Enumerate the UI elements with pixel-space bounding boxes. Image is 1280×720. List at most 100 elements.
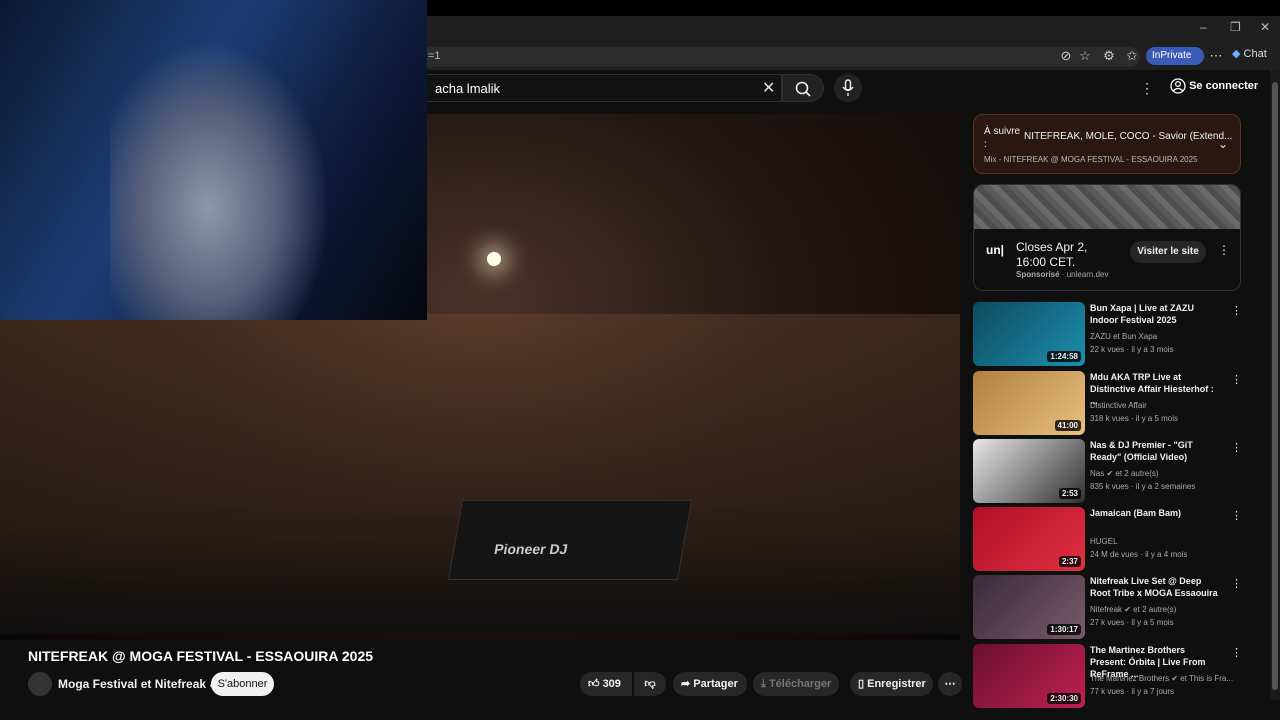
recommendation-channel[interactable]: Nitefreak ✔ et 2 autre(s) <box>1090 605 1176 614</box>
inprivate-badge[interactable]: InPrivate <box>1146 47 1204 65</box>
webcam-overlay <box>0 0 427 320</box>
recommendation-title[interactable]: Nitefreak Live Set @ Deep Root Tribe x M… <box>1090 575 1222 599</box>
channel-name[interactable]: Moga Festival et Nitefreak✔ <box>58 677 217 691</box>
recommendation-meta: 835 k vues · il y a 2 semaines <box>1090 482 1196 491</box>
ad-text: Closes Apr 2, 16:00 CET. <box>1016 240 1088 269</box>
recommendation-item[interactable]: 2:30:30 The Martinez Brothers Present: Ór… <box>973 644 1242 708</box>
recommendation-channel[interactable]: HUGEL <box>1090 537 1118 546</box>
visit-site-button[interactable]: Visiter le site <box>1130 241 1206 263</box>
up-next-panel[interactable]: À suivre : NITEFREAK, MOLE, COCO - Savio… <box>973 114 1241 174</box>
recommendation-channel[interactable]: Distinctive Affair <box>1090 401 1147 410</box>
recommendation-channel[interactable]: The Martinez Brothers ✔ et This is Fra..… <box>1090 674 1233 683</box>
recommendation-channel-name: Nas <box>1090 469 1105 478</box>
verified-icon: ✔ <box>1122 605 1134 614</box>
share-button[interactable]: ➦ Partager <box>673 672 747 696</box>
recommendation-item[interactable]: 41:00 Mdu AKA TRP Live at Distinctive Aff… <box>973 371 1242 435</box>
chat-label: Chat <box>1243 48 1267 60</box>
like-button[interactable]: 👍︎ 309 <box>580 672 632 696</box>
recommendation-menu-icon[interactable]: ⋮ <box>1231 509 1242 522</box>
channel-avatar[interactable] <box>28 672 52 696</box>
ad-banner-image <box>974 185 1240 229</box>
ad-sponsored-line: Sponsorisé · unlearn.dev <box>1016 270 1109 279</box>
recommendation-thumbnail[interactable]: 1:24:58 <box>973 302 1085 366</box>
recommendation-menu-icon[interactable]: ⋮ <box>1231 441 1242 454</box>
url-text: =1 <box>428 50 441 62</box>
recommendation-meta: 24 M de vues · il y a 4 mois <box>1090 550 1188 559</box>
recommendation-thumbnail[interactable]: 2:30:30 <box>973 644 1085 708</box>
maximize-icon[interactable]: ❐ <box>1230 20 1241 34</box>
sign-in-button[interactable]: Se connecter <box>1170 78 1258 100</box>
verified-icon: ✔ <box>1169 674 1181 683</box>
recommendation-item[interactable]: 2:53 Nas & DJ Premier - "GiT Ready" (Offi… <box>973 439 1242 503</box>
up-next-title: NITEFREAK, MOLE, COCO - Savior (Extend..… <box>1024 131 1233 142</box>
recommendation-meta: 77 k vues · il y a 7 jours <box>1090 687 1175 696</box>
microphone-icon <box>842 79 854 96</box>
favorite-star-icon[interactable]: ☆ <box>1077 48 1093 64</box>
save-label: Enregistrer <box>867 678 926 690</box>
recommendation-meta: 318 k vues · il y a 5 mois <box>1090 414 1179 423</box>
ad-menu-icon[interactable]: ⋮ <box>1218 243 1230 257</box>
recommendation-menu-icon[interactable]: ⋮ <box>1231 304 1242 317</box>
settings-menu-icon[interactable]: ⋮ <box>1140 80 1154 97</box>
recommendation-thumbnail[interactable]: 2:53 <box>973 439 1085 503</box>
recommendation-title[interactable]: Jamaican (Bam Bam) <box>1090 507 1222 519</box>
search-icon <box>795 81 811 97</box>
video-duration: 2:53 <box>1058 488 1081 499</box>
search-input[interactable]: acha lmalik <box>426 74 782 102</box>
dislike-button[interactable]: 👎︎ <box>634 672 666 696</box>
video-title: NITEFREAK @ MOGA FESTIVAL - ESSAOUIRA 20… <box>28 648 374 664</box>
extensions-icon[interactable]: ⚙ <box>1101 48 1117 64</box>
chevron-down-icon[interactable]: ⌄ <box>1218 137 1228 151</box>
more-options-icon[interactable]: ⋯ <box>1208 48 1224 64</box>
recommendation-channel[interactable]: ZAZU et Bun Xapa <box>1090 332 1157 341</box>
url-field[interactable]: =1 <box>420 47 1140 67</box>
more-horizontal-icon: ⋯ <box>944 678 956 690</box>
video-duration: 41:00 <box>1054 420 1081 431</box>
scrollbar-thumb[interactable] <box>1272 82 1278 690</box>
close-window-icon[interactable]: ✕ <box>1260 20 1270 34</box>
download-button[interactable]: ⤓ Télécharger <box>753 672 839 696</box>
search-button[interactable] <box>782 74 824 102</box>
clear-search-icon[interactable]: ✕ <box>762 78 775 98</box>
recommendation-menu-icon[interactable]: ⋮ <box>1231 373 1242 386</box>
recommendation-thumbnail[interactable]: 41:00 <box>973 371 1085 435</box>
recommendation-item[interactable]: 1:30:17 Nitefreak Live Set @ Deep Root Tr… <box>973 575 1242 639</box>
thumbs-down-icon: 👎︎ <box>644 678 656 690</box>
more-actions-button[interactable]: ⋯ <box>938 672 962 696</box>
minimize-icon[interactable]: – <box>1200 20 1207 34</box>
recommendation-channel-extra: et This is Fra... <box>1180 674 1234 683</box>
up-next-subtitle: Mix - NITEFREAK @ MOGA FESTIVAL - ESSAOU… <box>984 155 1198 164</box>
save-button[interactable]: ▯ Enregistrer <box>850 672 933 696</box>
recommendation-thumbnail[interactable]: 1:30:17 <box>973 575 1085 639</box>
inprivate-label: InPrivate <box>1152 50 1192 61</box>
share-label: Partager <box>693 678 738 690</box>
download-label: Télécharger <box>768 678 832 690</box>
recommendation-item[interactable]: 1:24:58 Bun Xapa | Live at ZAZU Indoor Fe… <box>973 302 1242 366</box>
account-icon <box>1170 78 1186 94</box>
ad-domain: unlearn.dev <box>1066 270 1109 279</box>
channel-name-text: Moga Festival et Nitefreak <box>58 677 207 691</box>
favorites-icon[interactable]: ✩ <box>1124 48 1140 64</box>
tracking-prevention-icon[interactable]: ⊘ <box>1058 48 1074 64</box>
voice-search-button[interactable] <box>834 74 862 102</box>
recommendation-channel-extra: et 2 autre(s) <box>1133 605 1177 614</box>
ad-sponsored-label: Sponsorisé <box>1016 270 1060 279</box>
recommendation-meta: 27 k vues · il y a 5 mois <box>1090 618 1174 627</box>
recommendation-menu-icon[interactable]: ⋮ <box>1231 577 1242 590</box>
search-query-text: acha lmalik <box>435 81 501 96</box>
copilot-icon: ◆ <box>1232 48 1241 60</box>
video-duration: 2:37 <box>1058 556 1081 567</box>
recommendation-thumbnail[interactable]: 2:37 <box>973 507 1085 571</box>
sponsored-ad[interactable]: un| Closes Apr 2, 16:00 CET. Sponsorisé … <box>973 184 1241 291</box>
subscribe-button[interactable]: S'abonner <box>211 672 274 696</box>
webcam-person <box>110 40 330 320</box>
recommendation-menu-icon[interactable]: ⋮ <box>1231 646 1242 659</box>
recommendation-title[interactable]: Nas & DJ Premier - "GiT Ready" (Official… <box>1090 439 1222 463</box>
up-next-label: À suivre : <box>984 126 1021 150</box>
download-icon: ⤓ <box>761 678 766 690</box>
recommendation-title[interactable]: Bun Xapa | Live at ZAZU Indoor Festival … <box>1090 302 1222 326</box>
recommendation-item[interactable]: 2:37 Jamaican (Bam Bam) HUGEL 24 M de vues … <box>973 507 1242 571</box>
recommendation-channel[interactable]: Nas ✔ et 2 autre(s) <box>1090 469 1159 478</box>
copilot-chat-button[interactable]: ◆ Chat <box>1232 47 1267 60</box>
video-duration: 1:24:58 <box>1047 351 1081 362</box>
